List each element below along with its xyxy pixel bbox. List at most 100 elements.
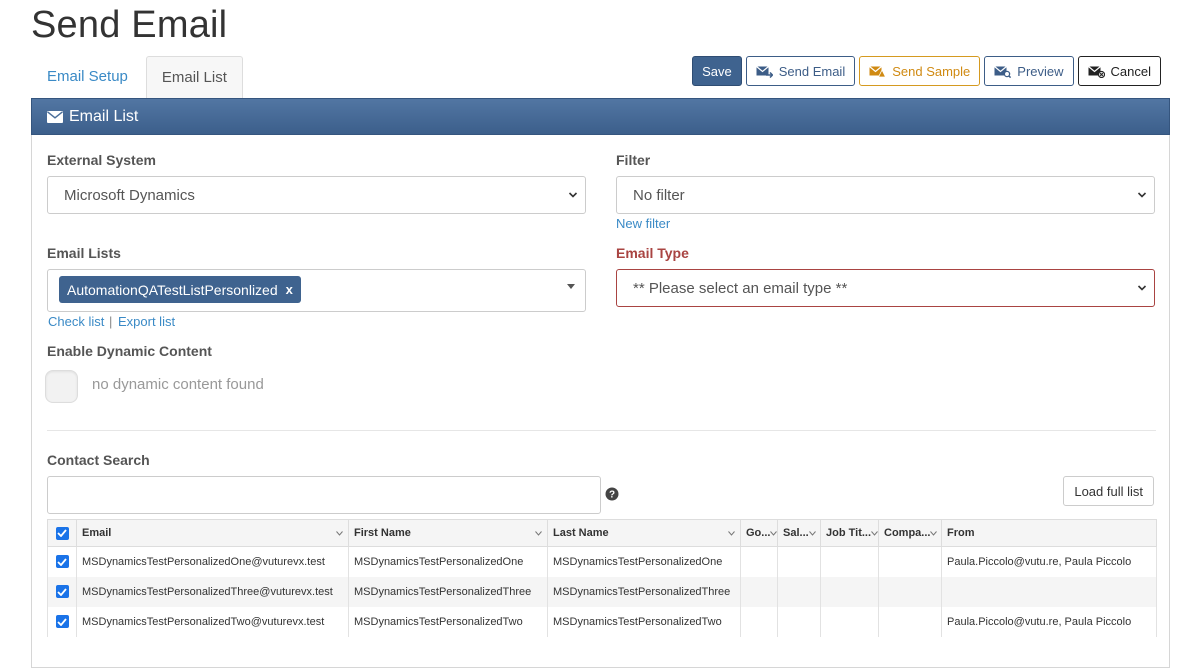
help-icon[interactable]: ? [605,487,619,501]
checkmark-icon [57,558,67,566]
email-type-select[interactable]: ** Please select an email type ** [616,269,1155,307]
cell-job-title [820,546,879,577]
divider [47,430,1156,431]
cell-company [878,546,942,577]
filter-select[interactable]: No filter [616,176,1155,214]
dynamic-content-status: no dynamic content found [92,376,264,393]
cell-first-name: MSDynamicsTestPersonalizedOne [348,546,548,577]
email-lists-label: Email Lists [47,245,121,261]
cell-from [941,576,1157,607]
email-list-chip: AutomationQATestListPersonlized x [59,276,301,303]
column-header-from[interactable]: From [941,519,1157,547]
cell-email: MSDynamicsTestPersonalizedTwo@vuturevx.t… [76,606,349,637]
preview-icon [994,65,1012,78]
row-checkbox[interactable] [55,555,69,569]
check-list-link[interactable]: Check list [48,314,104,329]
link-separator: | [109,314,113,329]
row-select-cell [47,576,77,607]
new-filter-link[interactable]: New filter [616,216,670,231]
cell-sal [777,576,821,607]
filter-value: No filter [633,186,685,204]
chevron-down-icon [1137,285,1147,291]
preview-button[interactable]: Preview [984,56,1074,86]
email-type-placeholder: ** Please select an email type ** [633,279,848,297]
chevron-down-icon [728,530,735,536]
cell-go [740,546,778,577]
cell-sal [777,546,821,577]
external-system-select[interactable]: Microsoft Dynamics [47,176,586,214]
column-header-last-name[interactable]: Last Name [547,519,741,547]
column-label: Email [82,527,112,539]
send-sample-icon [869,65,887,77]
chevron-down-icon [871,530,878,536]
checkmark-icon [57,617,67,626]
column-header-email[interactable]: Email [76,519,349,547]
contact-search-input[interactable] [47,476,601,514]
panel-title: Email List [69,107,139,125]
column-label: From [947,527,975,539]
row-select-cell [47,606,77,637]
column-label: Last Name [553,527,609,539]
column-label: Go... [746,527,771,539]
email-type-label: Email Type [616,245,689,261]
grid-header-row: Email First Name Last Name Go... Sal... … [47,519,1157,547]
dynamic-content-label: Enable Dynamic Content [47,343,212,359]
cancel-label: Cancel [1110,63,1151,79]
caret-down-icon[interactable] [567,284,575,289]
table-row[interactable]: MSDynamicsTestPersonalizedThree@vuturevx… [47,576,1157,607]
column-header-job-title[interactable]: Job Tit... [820,519,879,547]
chevron-down-icon [930,530,938,536]
contact-search-label: Contact Search [47,452,150,468]
row-checkbox[interactable] [55,615,69,628]
filter-label: Filter [616,152,651,168]
cancel-icon [1087,65,1105,78]
send-sample-label: Send Sample [892,63,971,79]
contacts-grid: Email First Name Last Name Go... Sal... … [47,519,1157,637]
column-header-first-name[interactable]: First Name [348,519,548,547]
preview-label: Preview [1017,63,1064,79]
chevron-down-icon [808,530,816,536]
column-header-sal[interactable]: Sal... [777,519,821,547]
row-checkbox[interactable] [55,585,69,598]
export-list-link[interactable]: Export list [118,314,175,329]
table-row[interactable]: MSDynamicsTestPersonalizedOne@vuturevx.t… [47,546,1157,577]
cancel-button[interactable]: Cancel [1077,56,1161,86]
email-list-panel: Email List External System Microsoft Dyn… [31,98,1170,668]
cell-last-name: MSDynamicsTestPersonalizedTwo [547,606,741,637]
chip-remove-button[interactable]: x [286,282,293,297]
cell-sal [777,606,821,637]
chevron-down-icon [568,192,578,198]
envelope-icon [47,110,63,123]
cell-last-name: MSDynamicsTestPersonalizedOne [547,546,741,577]
cell-email: MSDynamicsTestPersonalizedOne@vuturevx.t… [76,546,349,577]
column-label: First Name [354,527,411,539]
chevron-down-icon [336,530,343,536]
dynamic-content-toggle[interactable] [45,370,78,403]
tab-email-list[interactable]: Email List [145,56,243,98]
checkmark-icon [57,529,67,537]
chevron-down-icon [1137,192,1147,198]
save-button[interactable]: Save [692,56,742,86]
email-lists-multiselect[interactable]: AutomationQATestListPersonlized x [47,269,586,312]
save-button-label: Save [702,63,732,79]
cell-from: Paula.Piccolo@vutu.re, Paula Piccolo [941,546,1157,577]
external-system-label: External System [47,152,156,168]
tab-email-setup[interactable]: Email Setup [31,56,144,98]
column-header-company[interactable]: Compa... [878,519,942,547]
panel-header: Email List [31,98,1170,135]
cell-first-name: MSDynamicsTestPersonalizedThree [348,576,548,607]
cell-from: Paula.Piccolo@vutu.re, Paula Piccolo [941,606,1157,637]
column-label: Sal... [783,527,809,539]
cell-first-name: MSDynamicsTestPersonalizedTwo [348,606,548,637]
send-email-icon [755,65,773,78]
checkmark-icon [57,587,67,596]
send-sample-button[interactable]: Send Sample [859,56,981,86]
column-label: Job Tit... [826,527,872,539]
select-all-checkbox[interactable] [55,526,69,540]
column-header-go[interactable]: Go... [740,519,778,547]
email-list-chip-label: AutomationQATestListPersonlized [67,281,278,298]
chevron-down-icon [770,530,777,536]
send-email-button[interactable]: Send Email [745,56,856,86]
table-row[interactable]: MSDynamicsTestPersonalizedTwo@vuturevx.t… [47,606,1157,637]
load-full-list-button[interactable]: Load full list [1063,476,1154,506]
